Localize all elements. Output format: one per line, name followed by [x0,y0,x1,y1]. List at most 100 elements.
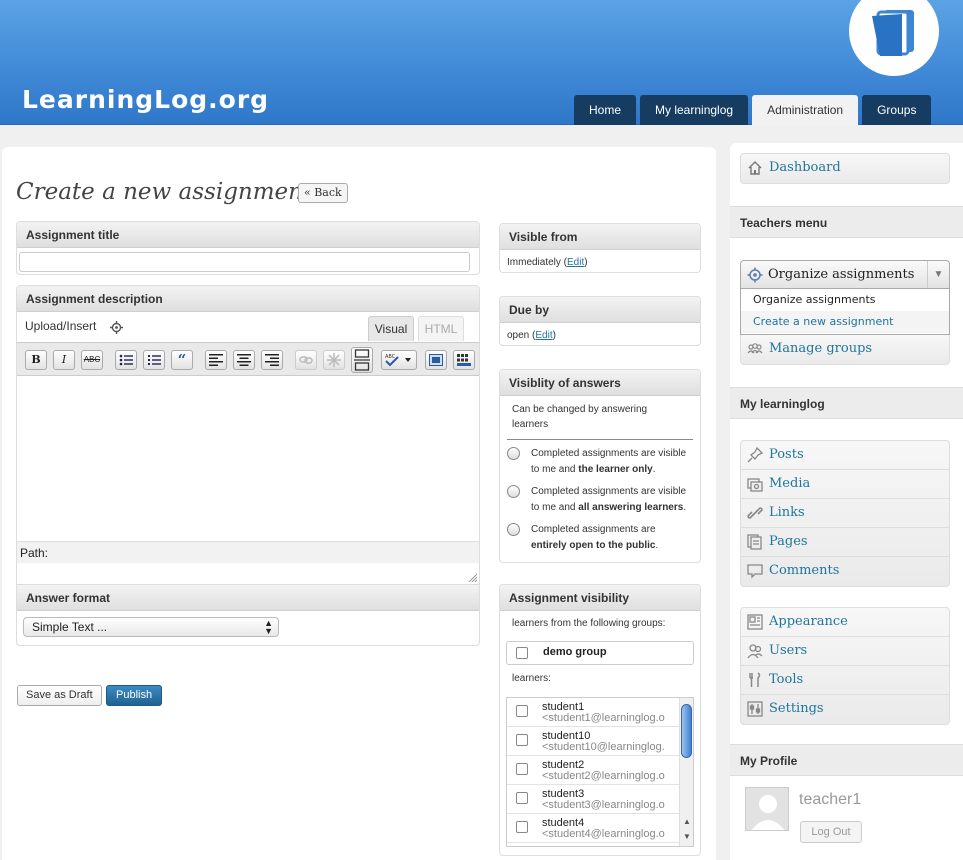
gear-icon[interactable] [110,321,123,334]
assignment-visibility-label: Assignment visibility [500,585,700,611]
student-checkbox[interactable] [516,821,528,833]
italic-button[interactable]: I [53,350,75,370]
organize-assignments-menu[interactable]: Organize assignments ▼ [740,260,950,289]
align-right-button[interactable] [261,350,283,370]
sidebar-item-settings[interactable]: Settings [741,695,949,724]
student-email: <student10@learninglog. [542,741,665,753]
due-by-edit-link[interactable]: Edit [535,330,552,341]
visibility-option-3: Completed assignments are entirely open … [531,524,659,551]
visible-from-value: Immediately (Edit) [507,257,588,268]
bullet-list-icon [119,354,133,366]
sidebar-item-comments[interactable]: Comments [741,557,949,586]
nav-tab-administration[interactable]: Administration [752,95,859,125]
appearance-icon [747,614,763,630]
group-checkbox[interactable] [516,647,528,659]
resize-handle-icon[interactable] [467,572,477,582]
page-title: Create a new assignment [16,179,313,205]
sidebar-item-users[interactable]: Users [741,637,949,666]
publish-button[interactable]: Publish [106,685,163,706]
strikethrough-button[interactable]: ABC [81,350,103,370]
visible-from-edit-link[interactable]: Edit [567,257,584,268]
sidebar-item-links[interactable]: Links [741,499,949,528]
sidebar-item-manage-groups[interactable]: Manage groups [741,335,949,364]
tools-icon [749,672,761,687]
sidebar-item-pages[interactable]: Pages [741,528,949,557]
student-email: <student1@learninglog.o [542,712,665,724]
list-item[interactable]: student4 <student4@learninglog.o [507,814,679,843]
numbered-list-button[interactable] [143,350,165,370]
editor-tab-html[interactable]: HTML [418,316,464,341]
assignment-visibility-box: Assignment visibility learners from the … [499,584,701,856]
submenu-create-assignment[interactable]: Create a new assignment [741,311,949,333]
answer-format-select[interactable]: Simple Text ... ▲ ▼ [23,617,279,637]
student-checkbox[interactable] [516,705,528,717]
assignment-title-label: Assignment title [17,222,479,248]
answer-format-label: Answer format [17,585,479,611]
avatar [745,787,789,831]
learners-list[interactable]: student1 <student1@learninglog.o student… [506,697,694,847]
assignment-title-input[interactable] [19,252,470,272]
kitchen-sink-button[interactable] [453,350,475,370]
submenu-organize-assignments[interactable]: Organize assignments [741,289,949,311]
save-draft-button[interactable]: Save as Draft [17,685,102,706]
main-panel: Create a new assignment « Back Assignmen… [2,147,716,860]
answers-visibility-box: Visiblity of answers Can be changed by a… [499,369,701,563]
assignment-title-box: Assignment title [16,221,480,275]
description-editor[interactable] [17,376,479,541]
bullet-list-button[interactable] [115,350,137,370]
blockquote-button[interactable]: “ [171,350,193,370]
list-item[interactable]: student2 <student2@learninglog.o [507,756,679,785]
visibility-radio-all-learners[interactable] [507,485,520,498]
settings-icon [747,701,763,717]
learners-scrollbar[interactable]: ▲ ▼ [679,698,693,846]
dashboard-group: Dashboard [740,153,950,184]
insert-link-button[interactable] [295,350,317,370]
site-header: LearningLog.org Home My learninglog Admi… [0,0,963,125]
answers-visibility-note: Can be changed by answering learners [512,404,648,430]
select-arrows-icon: ▲ ▼ [264,618,273,636]
manage-groups-group: Manage groups [740,335,950,365]
teachers-menu-header: Teachers menu [730,206,963,238]
chevron-down-icon[interactable]: ▼ [927,261,949,288]
due-by-value: open (Edit) [507,330,556,341]
student-email: <student3@learninglog.o [542,799,665,811]
nav-tab-my-learninglog[interactable]: My learninglog [640,95,749,125]
list-item[interactable]: student3 <student3@learninglog.o [507,785,679,814]
list-item[interactable]: student1 <student1@learninglog.o [507,698,679,727]
site-logo-icon[interactable] [849,0,939,76]
list-item[interactable]: student10 <student10@learninglog. [507,727,679,756]
student-checkbox[interactable] [516,734,528,746]
visibility-radio-learner-only[interactable] [507,447,520,460]
sidebar-item-media[interactable]: Media [741,470,949,499]
nav-tab-groups[interactable]: Groups [862,95,932,125]
align-center-button[interactable] [233,350,255,370]
editor-tab-visual[interactable]: Visual [368,316,414,341]
visible-from-box: Visible from Immediately (Edit) [499,223,701,273]
spellcheck-button[interactable]: ABC [381,350,417,370]
scrollbar-thumb[interactable] [681,704,692,758]
users-icon [747,644,763,659]
fullscreen-button[interactable] [425,350,447,370]
student-checkbox[interactable] [516,792,528,804]
insert-more-button[interactable] [351,347,373,373]
scroll-down-icon[interactable]: ▼ [683,832,691,841]
unlink-button[interactable] [323,350,345,370]
answer-format-box: Answer format Simple Text ... ▲ ▼ [16,584,480,646]
sidebar-item-posts[interactable]: Posts [741,441,949,470]
upload-insert-link[interactable]: Upload/Insert [25,319,96,333]
site-logo-text[interactable]: LearningLog.org [22,85,269,114]
description-box: Assignment description Upload/Insert Vis… [16,285,480,585]
sidebar-item-dashboard[interactable]: Dashboard [741,154,949,183]
scroll-up-icon[interactable]: ▲ [683,817,691,826]
visibility-radio-public[interactable] [507,523,520,536]
student-checkbox[interactable] [516,763,528,775]
logout-button[interactable]: Log Out [800,821,862,843]
nav-tab-home[interactable]: Home [574,95,637,125]
bold-button[interactable]: B [25,350,47,370]
sidebar-item-tools[interactable]: Tools [741,666,949,695]
group-row[interactable]: demo group [506,641,694,665]
back-button[interactable]: « Back [298,183,348,203]
sidebar-item-appearance[interactable]: Appearance [741,608,949,637]
description-label: Assignment description [17,286,479,312]
align-left-button[interactable] [205,350,227,370]
